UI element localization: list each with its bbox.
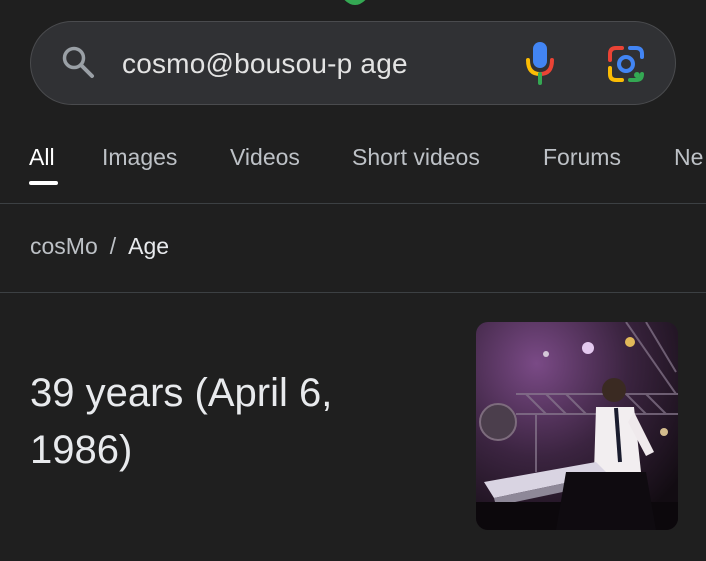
tab-videos[interactable]: Videos [230,144,300,171]
microphone-icon[interactable] [524,40,556,86]
breadcrumb-entity[interactable]: cosMo [30,233,98,259]
tab-forums[interactable]: Forums [543,144,621,171]
google-logo-fragment [344,0,366,5]
concert-photo [476,322,678,530]
tab-images[interactable]: Images [102,144,177,171]
search-input[interactable]: cosmo@bousou-p age [122,44,408,84]
concert-photo-thumbnail[interactable] [476,322,678,530]
search-icon[interactable] [60,44,96,80]
search-tabs: All Images Videos Short videos Forums Ne [0,138,706,204]
google-lens-icon[interactable] [606,44,646,84]
section-divider [0,292,706,293]
search-results-page: cosmo@bousou-p age All Images Videos Sho… [0,0,706,561]
tab-short-videos[interactable]: Short videos [352,144,480,171]
tab-all[interactable]: All [29,144,55,171]
breadcrumb-separator: / [109,233,117,259]
active-tab-indicator [29,181,58,185]
breadcrumb: cosMo / Age [30,233,169,260]
answer-text: 39 years (April 6, 1986) [30,371,333,472]
tab-news[interactable]: Ne [674,144,703,171]
breadcrumb-attribute: Age [128,233,170,259]
